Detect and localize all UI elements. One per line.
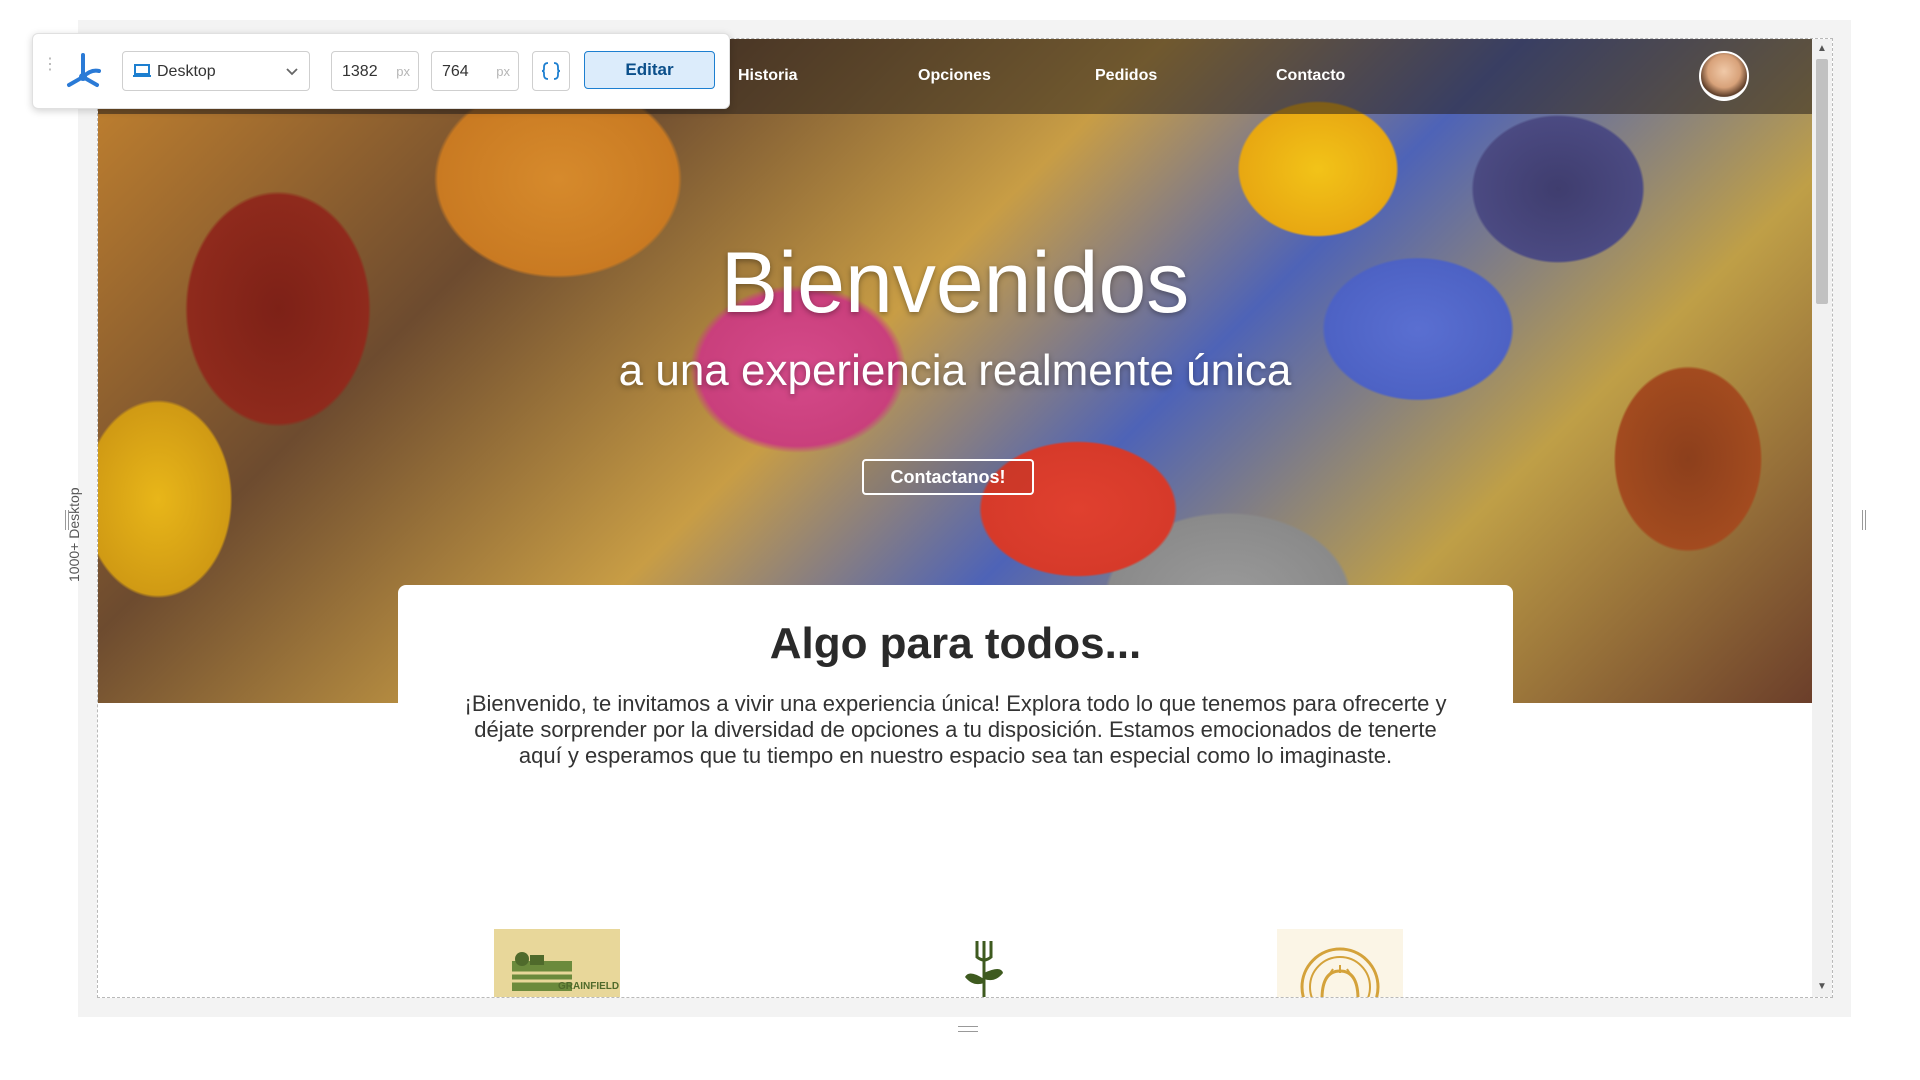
height-input[interactable]: 764 px [431,51,519,91]
device-value: Desktop [157,63,216,80]
nav-pedidos[interactable]: Pedidos [1095,67,1157,85]
drag-grip-icon[interactable]: ⋮ [42,57,58,82]
resize-handle-bottom[interactable] [958,1026,978,1032]
edit-button[interactable]: Editar [584,51,715,89]
nav-historia[interactable]: Historia [738,67,798,85]
resize-handle-right[interactable] [1862,510,1866,530]
width-unit: px [396,64,410,79]
scroll-down-icon[interactable]: ▼ [1816,981,1828,993]
intro-text: ¡Bienvenido, te invitamos a vivir una ex… [464,691,1447,768]
width-input[interactable]: 1382 px [331,51,419,91]
scroll-thumb[interactable] [1816,59,1828,304]
contact-button[interactable]: Contactanos! [862,459,1034,495]
device-select[interactable]: Desktop [122,51,310,91]
resize-handle-left[interactable] [65,510,69,530]
hero-subtitle: a una experiencia realmente única [618,346,1292,395]
nav-opciones[interactable]: Opciones [918,67,991,85]
oven-logo-icon [1277,929,1403,997]
responsive-toolbar: ⋮ Desktop 1382 px 764 px Editar [32,33,730,109]
brand-logo-icon [61,49,105,93]
preview-frame: Historia Opciones Pedidos Contacto Bienv… [97,38,1833,998]
user-avatar[interactable] [1699,51,1749,101]
width-value: 1382 [342,63,378,80]
breakpoint-label: 1000+ Desktop [66,487,82,582]
height-unit: px [496,64,510,79]
intro-heading: Algo para todos... [769,619,1142,668]
scroll-up-icon[interactable]: ▲ [1816,43,1828,55]
intro-card: Algo para todos... ¡Bienvenido, te invit… [398,585,1513,825]
hero-title: Bienvenidos [720,235,1190,331]
chevron-down-icon [285,64,299,83]
nav-contacto[interactable]: Contacto [1276,67,1345,85]
code-braces-icon[interactable] [532,51,570,91]
height-value: 764 [442,63,469,80]
farm-logo-text: GRAINFIELD [558,981,619,992]
farm-logo-icon: GRAINFIELD [494,929,620,997]
plant-logo-icon [921,929,1047,997]
preview-scrollbar[interactable]: ▲ ▼ [1812,39,1832,997]
laptop-icon [133,64,151,83]
